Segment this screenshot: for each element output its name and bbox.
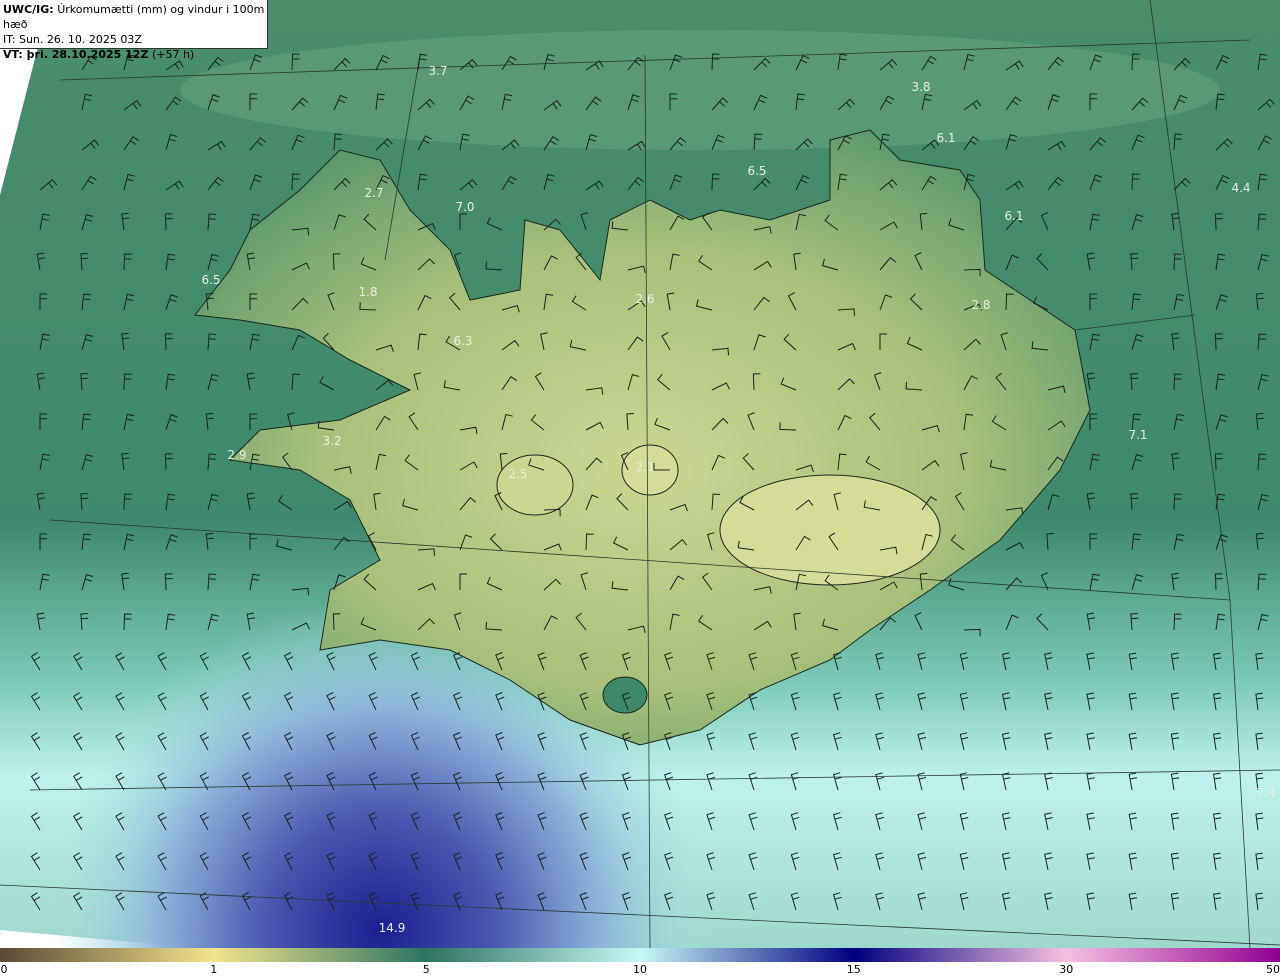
myrdalsjokull xyxy=(602,676,648,714)
precip-value-label: 1.8 xyxy=(358,285,377,299)
precip-value-label: 3.2 xyxy=(322,434,341,448)
color-scale-ticks: 0 1 5 10 15 30 50 xyxy=(0,962,1280,978)
precip-value-label: 14.9 xyxy=(379,921,406,935)
precipitation-wind-map: 3.7 3.8 6.1 6.5 4.4 2.7 7.0 6.1 6.5 1.8 2.6 6.3 2.8 7… xyxy=(0,0,1280,948)
colorbar-tick: 50 xyxy=(1266,963,1280,976)
precip-value-label: 2.6 xyxy=(635,292,654,306)
precip-value-label: 3.8 xyxy=(911,80,930,94)
colorbar-tick: 30 xyxy=(1059,963,1074,976)
precip-value-label: 3.7 xyxy=(428,64,447,78)
product-name: UWC/IG: xyxy=(3,3,54,16)
precip-value-label: 6.1 xyxy=(1004,209,1023,223)
colorbar-tick: 1 xyxy=(210,963,218,976)
lead-time: (+57 h) xyxy=(151,48,195,61)
precip-value-label: 2.7 xyxy=(364,186,383,200)
precip-value-label: 6.5 xyxy=(747,164,766,178)
precip-value-label: 6.1 xyxy=(936,131,955,145)
langjokull-glacier xyxy=(496,454,574,516)
vatnajokull-glacier xyxy=(719,474,941,586)
precip-value-label: 2.8 xyxy=(971,298,990,312)
colorbar-tick: 5 xyxy=(422,963,430,976)
precip-value-label: 2.9 xyxy=(227,448,246,462)
precip-value-label: 2.1 xyxy=(635,460,654,474)
colorbar-tick: 10 xyxy=(633,963,647,976)
color-scale-bar xyxy=(0,948,1280,962)
precip-value-label: 2.5 xyxy=(508,467,527,481)
precip-value-label: 7.0 xyxy=(455,200,474,214)
precip-value-label: 7.4 xyxy=(1256,786,1275,800)
precip-value-label: 7.1 xyxy=(1128,428,1147,442)
map-header: UWC/IG: Úrkomumætti (mm) og vindur i 100… xyxy=(0,0,268,61)
colorbar-tick: 0 xyxy=(0,963,8,976)
precip-value-label: 6.3 xyxy=(453,334,472,348)
precip-value-label: 4.4 xyxy=(1231,181,1250,195)
init-time: IT: Sun. 26. 10. 2025 03Z xyxy=(3,33,142,46)
colorbar-tick: 15 xyxy=(846,963,861,976)
precip-value-label: 6.5 xyxy=(201,273,220,287)
north-band xyxy=(180,30,1220,150)
valid-time: VT: þri. 28.10.2025 12Z xyxy=(3,48,149,61)
